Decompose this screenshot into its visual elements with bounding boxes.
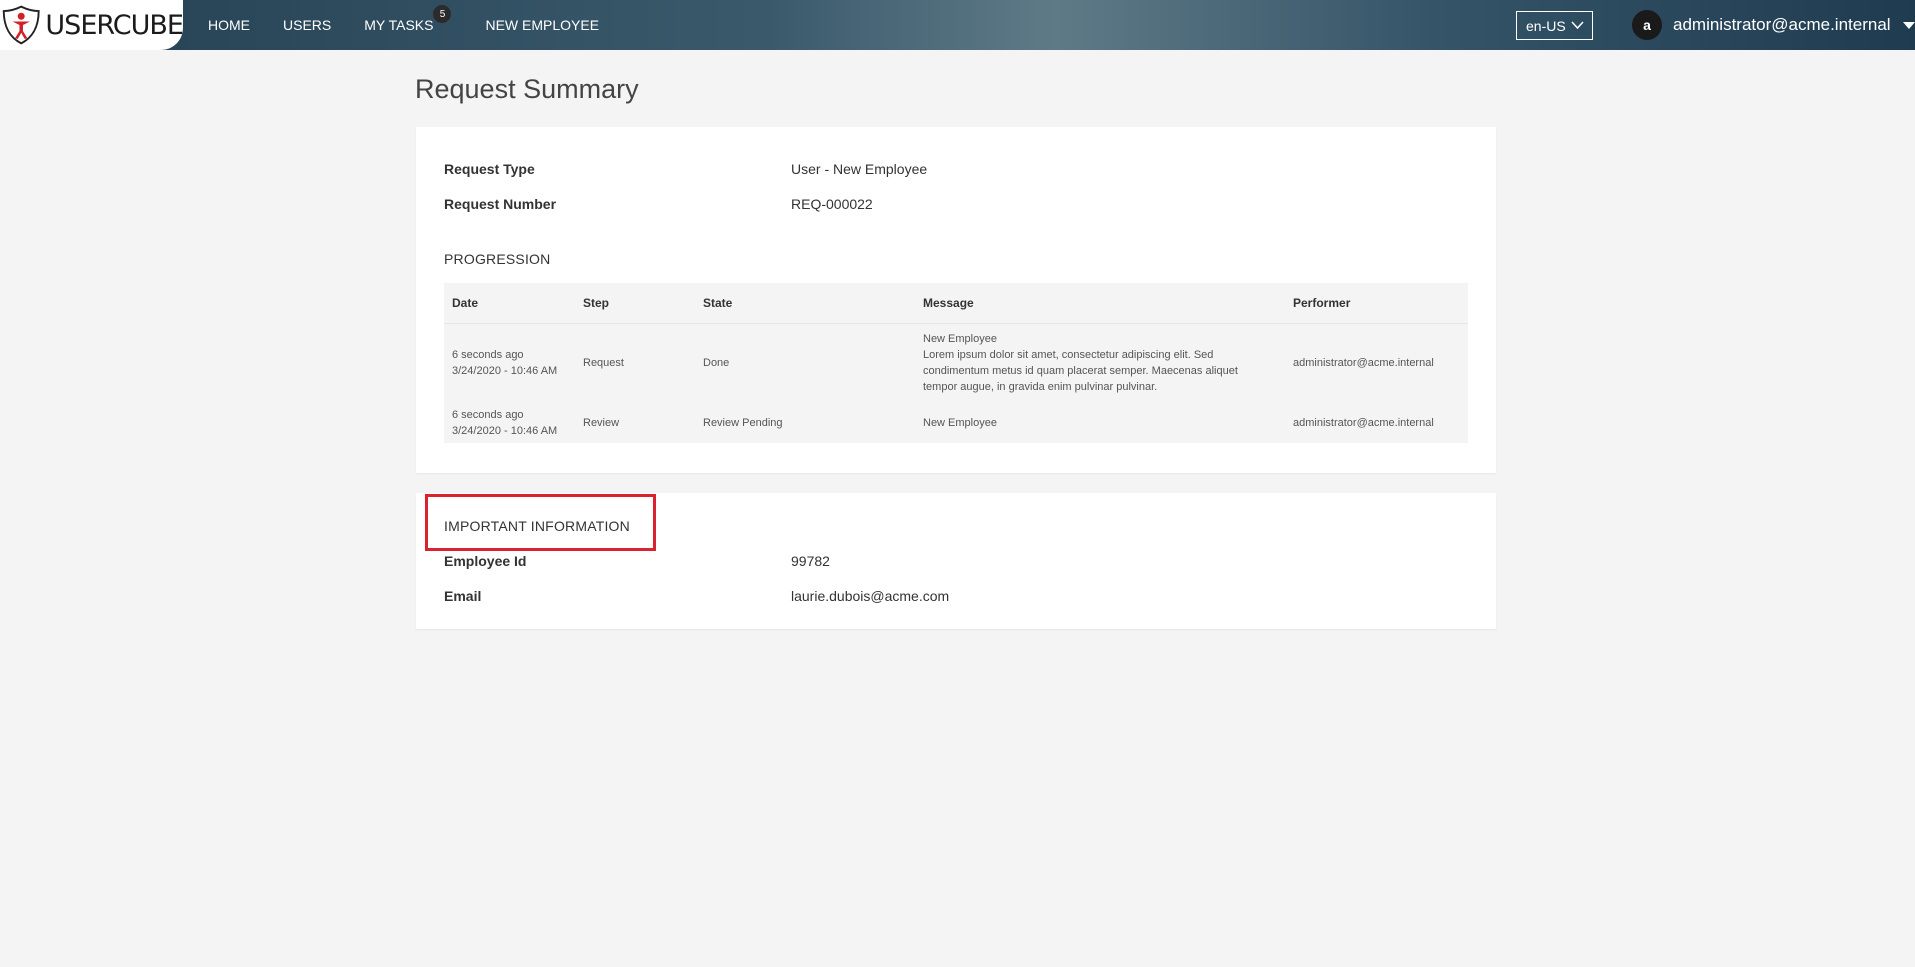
column-header-state: State <box>695 283 915 324</box>
table-row: 6 seconds ago 3/24/2020 - 10:46 AM Revie… <box>444 403 1468 443</box>
page-title: Request Summary <box>415 74 639 104</box>
date-cell: 6 seconds ago 3/24/2020 - 10:46 AM <box>444 323 575 403</box>
usercube-shield-icon <box>2 5 40 45</box>
request-summary-card: Request Type User - New Employee Request… <box>416 127 1496 473</box>
top-navigation-bar: USERCUBE HOME USERS MY TASKS 5 NEW EMPLO… <box>0 0 1915 50</box>
state-cell: Done <box>703 357 730 370</box>
avatar: a <box>1632 10 1662 40</box>
brand-name: USERCUBE <box>45 9 184 41</box>
state-cell: Review Pending <box>703 417 783 429</box>
date-relative: 6 seconds ago <box>452 349 524 362</box>
column-header-step: Step <box>575 283 695 324</box>
email-value: laurie.dubois@acme.com <box>791 588 950 604</box>
progression-table: Date Step State Message Performer 6 seco… <box>444 283 1468 443</box>
request-number-value: REQ-000022 <box>791 196 873 212</box>
column-header-date: Date <box>444 283 575 324</box>
employee-id-value: 99782 <box>791 553 830 569</box>
language-selected-value: en-US <box>1526 17 1566 34</box>
message-cell: New Employee Lorem ipsum dolor sit amet,… <box>915 323 1285 403</box>
caret-down-icon <box>1902 21 1915 29</box>
request-number-label: Request Number <box>444 196 557 212</box>
employee-id-label: Employee Id <box>444 553 527 569</box>
user-name: administrator@acme.internal <box>1673 15 1891 34</box>
performer-cell: administrator@acme.internal <box>1293 417 1434 429</box>
date-full: 3/24/2020 - 10:46 AM <box>452 425 558 437</box>
progression-title: PROGRESSION <box>444 251 551 267</box>
step-cell: Review <box>583 417 620 429</box>
nav-item-my-tasks-label: MY TASKS <box>364 17 434 33</box>
chevron-down-icon <box>1571 21 1584 30</box>
performer-cell: administrator@acme.internal <box>1293 357 1434 370</box>
column-header-message: Message <box>915 283 1285 324</box>
message-cell: New Employee <box>915 403 1285 443</box>
highlight-annotation-box <box>425 494 656 551</box>
tasks-count-badge: 5 <box>433 5 452 23</box>
request-type-value: User - New Employee <box>791 161 928 177</box>
nav-item-home[interactable]: HOME <box>208 17 250 33</box>
main-nav: HOME USERS MY TASKS 5 NEW EMPLOYEE <box>208 0 632 50</box>
date-relative: 6 seconds ago <box>452 409 524 421</box>
date-full: 3/24/2020 - 10:46 AM <box>452 365 558 378</box>
step-cell: Request <box>583 357 624 370</box>
column-header-performer: Performer <box>1285 283 1468 324</box>
date-cell: 6 seconds ago 3/24/2020 - 10:46 AM <box>444 403 575 443</box>
table-row: 6 seconds ago 3/24/2020 - 10:46 AM Reque… <box>444 323 1468 403</box>
nav-item-users[interactable]: USERS <box>283 17 331 33</box>
nav-item-new-employee[interactable]: NEW EMPLOYEE <box>485 17 599 33</box>
logo[interactable]: USERCUBE <box>0 0 184 50</box>
nav-item-my-tasks[interactable]: MY TASKS 5 <box>364 5 452 33</box>
message-title: New Employee <box>923 417 997 429</box>
table-header-row: Date Step State Message Performer <box>444 283 1468 324</box>
email-label: Email <box>444 588 482 604</box>
user-menu[interactable]: a administrator@acme.internal <box>1632 10 1915 40</box>
language-select[interactable]: en-US <box>1516 11 1593 40</box>
request-type-label: Request Type <box>444 161 535 177</box>
message-title: New Employee <box>923 333 997 346</box>
message-body: Lorem ipsum dolor sit amet, consectetur … <box>923 349 1238 394</box>
